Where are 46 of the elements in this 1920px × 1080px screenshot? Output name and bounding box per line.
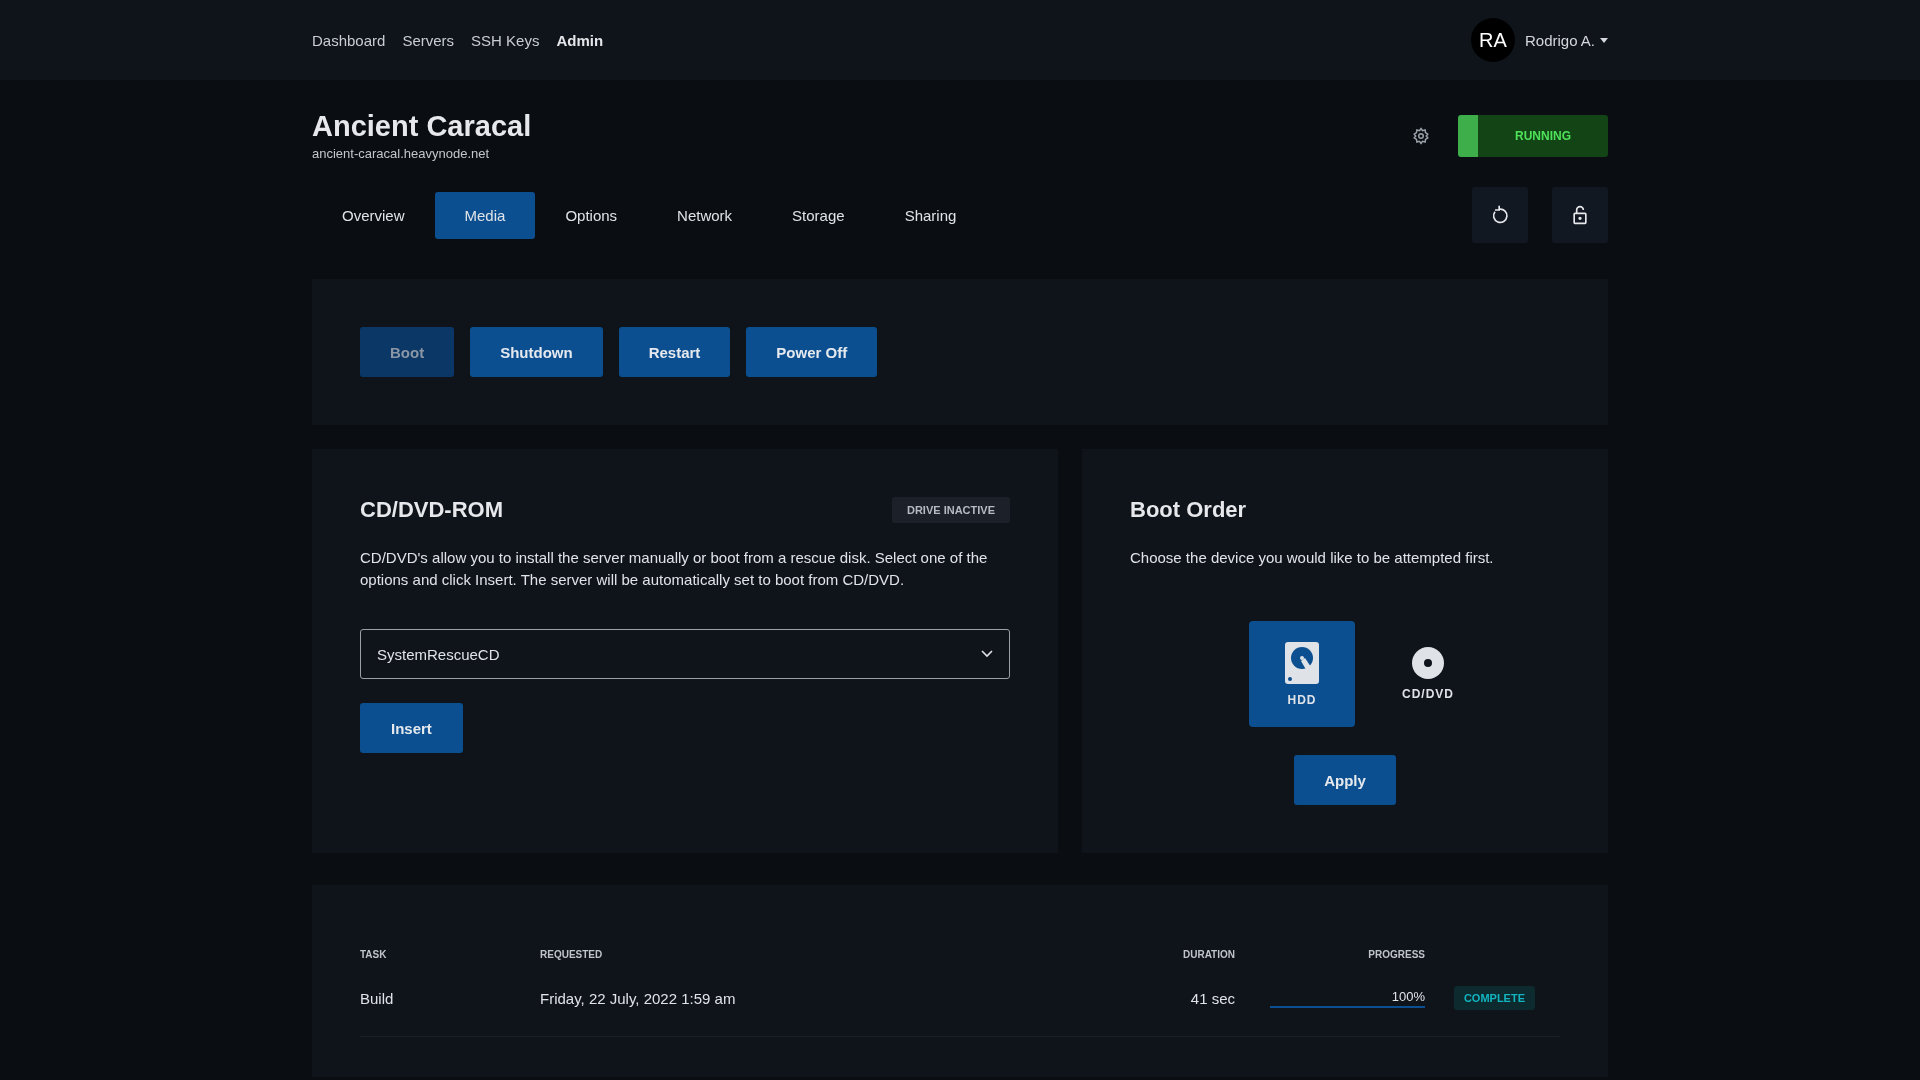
- progress-percent: 100%: [1391, 988, 1425, 1004]
- caret-icon: [1600, 37, 1608, 43]
- chevron-down-icon: [981, 650, 993, 658]
- task-status-badge: COMPLETE: [1453, 986, 1535, 1010]
- user-menu[interactable]: Rodrigo A.: [1524, 31, 1608, 49]
- card-title: CD/DVD-ROM: [360, 497, 503, 523]
- tab[interactable]: Options: [535, 191, 648, 239]
- power-button[interactable]: Shutdown: [470, 327, 603, 377]
- power-button[interactable]: Restart: [618, 327, 731, 377]
- boot-order-description: Choose the device you would like to be attempted first.: [1130, 548, 1495, 568]
- tab[interactable]: Storage: [762, 191, 875, 239]
- column-header: REQUESTED: [540, 949, 604, 960]
- tab[interactable]: Overview: [312, 191, 435, 239]
- tab[interactable]: Sharing: [874, 191, 987, 239]
- disc-icon: [1412, 647, 1444, 679]
- boot-device-option[interactable]: HDD: [1249, 621, 1355, 727]
- column-header: DURATION: [1181, 949, 1235, 960]
- tab[interactable]: Media: [434, 191, 536, 239]
- refresh-button[interactable]: [1472, 187, 1528, 243]
- nav-link[interactable]: Admin: [556, 31, 604, 49]
- drive-status-badge: DRIVE INACTIVE: [892, 497, 1010, 523]
- cd-description: CD/DVD's allow you to install the server manually or boot from a rescue disk. Select one of the options and click Insert. The server will be automatically set to boot from CD/DVD.: [360, 548, 989, 590]
- boot-device-option[interactable]: CD/DVD: [1375, 621, 1481, 727]
- task-duration: 41 sec: [1189, 989, 1235, 1007]
- server-hostname: ancient-caracal.heavynode.net: [312, 146, 491, 161]
- refresh-icon: [1490, 205, 1510, 225]
- iso-select[interactable]: SystemRescueCD: [360, 629, 1010, 679]
- insert-button[interactable]: Insert: [360, 703, 463, 753]
- requested-date: Friday, 22 July, 2022 1:59 am: [540, 989, 737, 1007]
- hard-drive-icon: [1284, 641, 1320, 685]
- status-indicator: RUNNING: [1458, 114, 1608, 157]
- nav-link[interactable]: Dashboard: [312, 31, 386, 49]
- server-name: Ancient Caracal: [312, 110, 532, 143]
- task-name: Build: [360, 989, 395, 1007]
- column-header: TASK: [360, 949, 388, 960]
- nav-link[interactable]: SSH Keys: [471, 31, 540, 49]
- column-header: PROGRESS: [1367, 949, 1425, 960]
- power-button[interactable]: Power Off: [746, 327, 878, 377]
- nav-link[interactable]: Servers: [402, 31, 455, 49]
- padlock-icon: [1570, 205, 1590, 225]
- tab[interactable]: Network: [647, 191, 763, 239]
- card-title: Boot Order: [1130, 497, 1248, 523]
- lock-button[interactable]: [1552, 187, 1608, 243]
- user-avatar[interactable]: RA: [1470, 18, 1515, 62]
- settings-icon[interactable]: [1412, 126, 1430, 145]
- apply-button[interactable]: Apply: [1294, 755, 1396, 805]
